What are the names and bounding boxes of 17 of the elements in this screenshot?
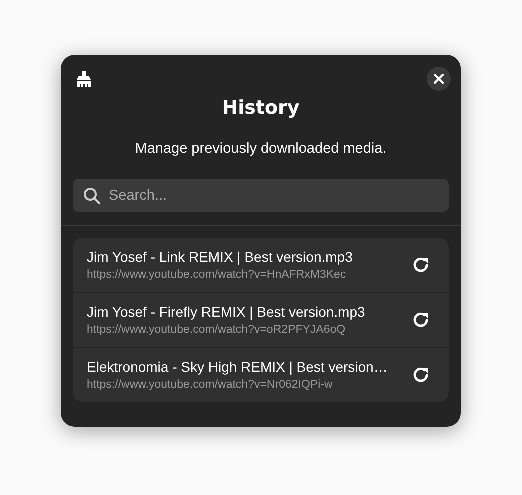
file-name: Jim Yosef - Firefly REMIX | Best version.mp3 [87, 304, 366, 320]
refresh-icon [412, 366, 430, 384]
video-url: https://www.youtube.com/watch?v=oR2PFYJA6oQ [87, 324, 347, 336]
file-name: Elektronomia - Sky High REMIX | Best version… [87, 359, 389, 375]
close-icon [434, 74, 444, 84]
refresh-icon [412, 256, 430, 274]
search-field[interactable]: Search... [73, 179, 449, 212]
close-button[interactable] [427, 67, 451, 91]
video-url: https://www.youtube.com/watch?v=Nr062IQPi-w [87, 379, 334, 391]
dialog-title: History [222, 97, 300, 119]
search-input[interactable]: Search... [107, 186, 439, 204]
search-icon [83, 186, 101, 204]
refresh-icon [412, 311, 430, 329]
file-name: Jim Yosef - Link REMIX | Best version.mp3 [87, 249, 354, 265]
broom-icon [77, 71, 91, 87]
video-url: https://www.youtube.com/watch?v=HnAFRxM3Kec [87, 269, 348, 281]
dialog-subtitle: Manage previously downloaded media. [135, 141, 387, 157]
